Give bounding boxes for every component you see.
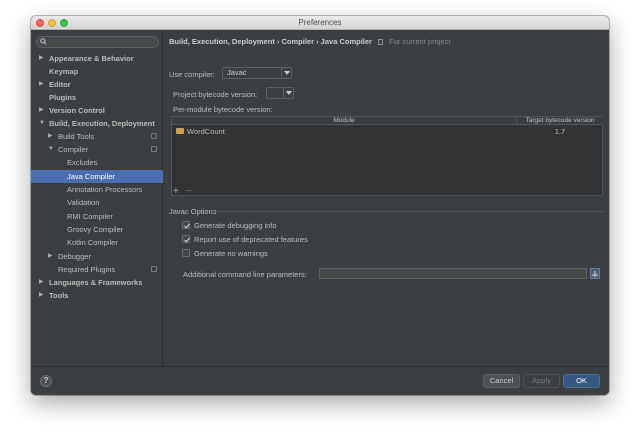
bytecode-version-select[interactable] — [266, 87, 294, 99]
preferences-window: Preferences ▶ Appearance & Behavior Keymap… — [31, 16, 609, 395]
sidebar-item[interactable]: ▼ Compiler — [31, 143, 163, 156]
chevron-right-icon[interactable]: ▶ — [48, 130, 53, 143]
no-warnings-checkbox[interactable] — [182, 249, 190, 257]
chevron-down-icon[interactable]: ▼ — [39, 117, 45, 130]
sidebar-item[interactable]: Plugins — [31, 91, 163, 104]
sidebar-item-label: Tools — [49, 291, 69, 300]
target-version-cell[interactable]: 1.7 — [517, 126, 603, 137]
sidebar-item-label: Java Compiler — [67, 172, 115, 181]
bytecode-version-label: Project bytecode version: — [173, 90, 258, 99]
sidebar-item[interactable]: Java Compiler — [31, 170, 163, 183]
expand-icon[interactable] — [590, 268, 600, 279]
command-line-params-input[interactable] — [319, 268, 587, 279]
title-bar: Preferences — [31, 16, 609, 30]
sidebar-item[interactable]: ▶ Appearance & Behavior — [31, 52, 163, 65]
chevron-right-icon[interactable]: ▶ — [39, 289, 44, 302]
chevron-right-icon[interactable]: ▶ — [39, 52, 44, 65]
project-settings-icon — [151, 266, 157, 272]
column-header-module: Module — [172, 117, 517, 125]
table-row[interactable]: WordCount — [176, 126, 496, 137]
window-title: Preferences — [298, 18, 342, 27]
sidebar-item-label: Build Tools — [58, 132, 95, 141]
chevron-right-icon[interactable]: ▶ — [39, 104, 44, 117]
sidebar-item[interactable]: Required Plugins — [31, 263, 163, 276]
sidebar-item-label: Languages & Frameworks — [49, 278, 143, 287]
sidebar-item-label: Plugins — [49, 93, 77, 102]
sidebar-item[interactable]: Keymap — [31, 65, 163, 78]
ok-button[interactable]: OK — [563, 374, 600, 388]
use-compiler-value: Javac — [227, 68, 247, 77]
sidebar-item-label: RMI Compiler — [67, 212, 113, 221]
sidebar-item[interactable]: RMI Compiler — [31, 210, 163, 223]
breadcrumb-scope-note: For current project — [389, 37, 451, 46]
chevron-right-icon[interactable]: ▶ — [39, 78, 44, 91]
sidebar-item-label: Required Plugins — [58, 265, 116, 274]
sidebar-item[interactable]: Kotlin Compiler — [31, 236, 163, 249]
sidebar-item-label: Groovy Compiler — [67, 225, 124, 234]
sidebar-item[interactable]: Validation — [31, 196, 163, 209]
breadcrumb: Build, Execution, Deployment › Compiler … — [169, 37, 450, 46]
cancel-button[interactable]: Cancel — [483, 374, 520, 388]
sidebar-item[interactable]: Annotation Processors — [31, 183, 163, 196]
sidebar-item-label: Build, Execution, Deployment — [49, 119, 155, 128]
section-divider — [212, 211, 604, 212]
deprecated-label: Report use of deprecated features — [194, 235, 308, 244]
project-settings-icon — [151, 146, 157, 152]
sidebar-item[interactable]: Groovy Compiler — [31, 223, 163, 236]
apply-button[interactable]: Apply — [523, 374, 560, 388]
dialog-footer: ? Cancel Apply OK — [31, 366, 609, 395]
use-compiler-label: Use compiler: — [169, 70, 215, 79]
deprecated-checkbox[interactable] — [182, 235, 191, 243]
sidebar-item-label: Version Control — [49, 106, 105, 115]
help-button[interactable]: ? — [40, 375, 52, 387]
sidebar-item-label: Excludes — [67, 158, 98, 167]
settings-sidebar: ▶ Appearance & Behavior Keymap ▶ Editor Plugi… — [31, 31, 163, 366]
remove-module-button[interactable]: − — [186, 186, 192, 197]
project-scope-icon — [378, 39, 384, 45]
breadcrumb-path: Build, Execution, Deployment › Compiler … — [169, 37, 372, 46]
debug-info-checkbox[interactable] — [182, 221, 191, 229]
debug-info-label: Generate debugging info — [194, 221, 277, 230]
chevron-down-icon[interactable] — [283, 88, 293, 98]
sidebar-item-label: Keymap — [49, 67, 79, 76]
use-compiler-select[interactable]: Javac — [222, 67, 292, 79]
no-warnings-label: Generate no warnings — [194, 249, 268, 258]
sidebar-item-label: Annotation Processors — [67, 185, 143, 194]
search-icon — [40, 38, 47, 45]
module-folder-icon — [176, 128, 184, 134]
sidebar-item-label: Appearance & Behavior — [49, 54, 134, 63]
javac-options-section-label: Javac Options — [169, 207, 217, 216]
column-header-target: Target bytecode version — [517, 117, 603, 125]
per-module-table: Module Target bytecode version WordCount… — [171, 116, 603, 196]
add-module-button[interactable]: + — [173, 186, 179, 197]
settings-search-input[interactable] — [36, 36, 159, 48]
chevron-down-icon[interactable]: ▼ — [48, 143, 54, 156]
chevron-down-icon[interactable] — [281, 68, 291, 78]
sidebar-item-label: Validation — [67, 198, 100, 207]
chevron-right-icon[interactable]: ▶ — [48, 250, 53, 263]
chevron-right-icon[interactable]: ▶ — [39, 276, 44, 289]
sidebar-item-label: Editor — [49, 80, 71, 89]
command-line-params-label: Additional command line parameters: — [183, 270, 307, 279]
sidebar-item[interactable]: ▼ Build, Execution, Deployment — [31, 117, 163, 130]
sidebar-item[interactable]: Excludes — [31, 156, 163, 169]
sidebar-item[interactable]: ▶ Languages & Frameworks — [31, 276, 163, 289]
per-module-label: Per-module bytecode version: — [173, 105, 273, 114]
sidebar-item-label: Debugger — [58, 252, 91, 261]
java-compiler-panel: Build, Execution, Deployment › Compiler … — [164, 31, 609, 366]
sidebar-item[interactable]: ▶ Tools — [31, 289, 163, 302]
sidebar-item[interactable]: ▶ Editor — [31, 78, 163, 91]
sidebar-item-label: Compiler — [58, 145, 89, 154]
sidebar-item-label: Kotlin Compiler — [67, 238, 118, 247]
sidebar-item[interactable]: ▶ Version Control — [31, 104, 163, 117]
sidebar-item[interactable]: ▶ Debugger — [31, 250, 163, 263]
sidebar-item[interactable]: ▶ Build Tools — [31, 130, 163, 143]
project-settings-icon — [151, 133, 157, 139]
module-name: WordCount — [187, 127, 225, 136]
